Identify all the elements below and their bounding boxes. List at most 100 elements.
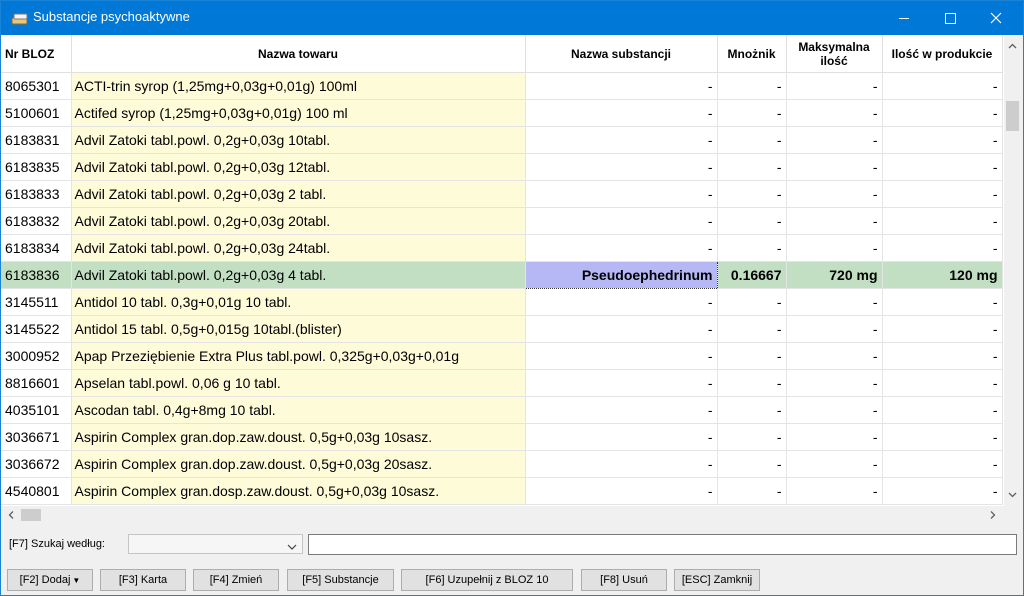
table-row[interactable]: 6183831 Advil Zatoki tabl.powl. 0,2g+0,03…: [1, 126, 1003, 154]
table-row[interactable]: 8065301 ACTI-trin syrop (1,25mg+0,03g+0,0…: [1, 72, 1003, 100]
table-row[interactable]: 5100601 Actifed syrop (1,25mg+0,03g+0,01g…: [1, 99, 1003, 127]
cell-bloz[interactable]: 6183835: [1, 153, 72, 181]
cell-bloz[interactable]: 6183832: [1, 207, 72, 235]
cell-multiplier[interactable]: -: [717, 99, 787, 127]
column-header-name[interactable]: Nazwa towaru: [71, 35, 526, 73]
cell-bloz[interactable]: 6183831: [1, 126, 72, 154]
cell-max-qty[interactable]: -: [786, 369, 883, 397]
horizontal-scroll-thumb[interactable]: [21, 509, 41, 521]
vertical-scrollbar[interactable]: [1004, 35, 1021, 506]
cell-multiplier[interactable]: -: [717, 477, 787, 505]
close-button[interactable]: [ESC] Zamknij: [674, 569, 760, 591]
cell-product-name[interactable]: Advil Zatoki tabl.powl. 0,2g+0,03g 24tab…: [71, 234, 526, 262]
cell-max-qty[interactable]: -: [786, 99, 883, 127]
cell-substance[interactable]: -: [525, 126, 718, 154]
column-header-bloz[interactable]: Nr BLOZ: [1, 35, 72, 73]
cell-product-qty[interactable]: -: [882, 396, 1003, 424]
cell-product-qty[interactable]: -: [882, 72, 1003, 100]
cell-product-qty[interactable]: -: [882, 477, 1003, 505]
table-row[interactable]: 3036671 Aspirin Complex gran.dop.zaw.dous…: [1, 423, 1003, 451]
table-row[interactable]: 3036672 Aspirin Complex gran.dop.zaw.dous…: [1, 450, 1003, 478]
substances-button[interactable]: [F5] Substancje: [287, 569, 394, 591]
cell-bloz[interactable]: 3036671: [1, 423, 72, 451]
table-row[interactable]: 3145522 Antidol 15 tabl. 0,5g+0,015g 10ta…: [1, 315, 1003, 343]
cell-multiplier[interactable]: -: [717, 234, 787, 262]
table-row[interactable]: 8816601 Apselan tabl.powl. 0,06 g 10 tabl…: [1, 369, 1003, 397]
cell-product-qty[interactable]: -: [882, 423, 1003, 451]
data-grid[interactable]: Nr BLOZ Nazwa towaru Nazwa substancji Mn…: [1, 35, 1004, 506]
cell-substance[interactable]: Pseudoephedrinum: [524, 261, 718, 289]
cell-product-name[interactable]: Antidol 15 tabl. 0,5g+0,015g 10tabl.(bli…: [71, 315, 526, 343]
cell-product-name[interactable]: ACTI-trin syrop (1,25mg+0,03g+0,01g) 100…: [71, 72, 526, 100]
cell-bloz[interactable]: 8065301: [1, 72, 72, 100]
table-row[interactable]: 6183834 Advil Zatoki tabl.powl. 0,2g+0,03…: [1, 234, 1003, 262]
cell-product-qty[interactable]: -: [882, 315, 1003, 343]
cell-multiplier[interactable]: -: [717, 153, 787, 181]
table-row[interactable]: 3000952 Apap Przeziębienie Extra Plus tab…: [1, 342, 1003, 370]
cell-substance[interactable]: -: [525, 207, 718, 235]
cell-max-qty[interactable]: -: [786, 450, 883, 478]
table-row[interactable]: 4035101 Ascodan tabl. 0,4g+8mg 10 tabl. - -…: [1, 396, 1003, 424]
close-window-button[interactable]: [973, 1, 1019, 35]
cell-max-qty[interactable]: -: [786, 153, 883, 181]
cell-product-name[interactable]: Aspirin Complex gran.dop.zaw.doust. 0,5g…: [71, 423, 526, 451]
cell-max-qty[interactable]: -: [786, 288, 883, 316]
cell-max-qty[interactable]: -: [786, 342, 883, 370]
scroll-left-icon[interactable]: [3, 506, 20, 524]
cell-bloz[interactable]: 6183833: [1, 180, 72, 208]
horizontal-scrollbar[interactable]: [1, 506, 1004, 524]
cell-substance[interactable]: -: [525, 450, 718, 478]
table-row[interactable]: 6183833 Advil Zatoki tabl.powl. 0,2g+0,03…: [1, 180, 1003, 208]
cell-product-name[interactable]: Advil Zatoki tabl.powl. 0,2g+0,03g 20tab…: [71, 207, 526, 235]
delete-button[interactable]: [F8] Usuń: [581, 569, 667, 591]
cell-max-qty[interactable]: -: [786, 315, 883, 343]
cell-product-name[interactable]: Actifed syrop (1,25mg+0,03g+0,01g) 100 m…: [71, 99, 526, 127]
table-row[interactable]: 3145511 Antidol 10 tabl. 0,3g+0,01g 10 ta…: [1, 288, 1003, 316]
cell-bloz[interactable]: 3036672: [1, 450, 72, 478]
cell-multiplier[interactable]: -: [717, 207, 787, 235]
cell-max-qty[interactable]: -: [786, 477, 883, 505]
search-input[interactable]: [308, 534, 1017, 555]
cell-substance[interactable]: -: [525, 180, 718, 208]
cell-substance[interactable]: -: [525, 99, 718, 127]
minimize-button[interactable]: [881, 1, 927, 35]
cell-product-qty[interactable]: -: [882, 207, 1003, 235]
table-row[interactable]: 6183832 Advil Zatoki tabl.powl. 0,2g+0,03…: [1, 207, 1003, 235]
cell-max-qty[interactable]: 720 mg: [786, 261, 883, 289]
cell-multiplier[interactable]: -: [717, 288, 787, 316]
cell-substance[interactable]: -: [525, 288, 718, 316]
title-bar[interactable]: Substancje psychoaktywne: [1, 1, 1023, 35]
card-button[interactable]: [F3] Karta: [100, 569, 186, 591]
cell-multiplier[interactable]: -: [717, 342, 787, 370]
cell-product-name[interactable]: Advil Zatoki tabl.powl. 0,2g+0,03g 12tab…: [71, 153, 526, 181]
cell-product-qty[interactable]: -: [882, 342, 1003, 370]
cell-bloz[interactable]: 6183836: [1, 261, 72, 289]
cell-substance[interactable]: -: [525, 234, 718, 262]
column-header-multiplier[interactable]: Mnożnik: [717, 35, 787, 73]
table-row[interactable]: 6183835 Advil Zatoki tabl.powl. 0,2g+0,03…: [1, 153, 1003, 181]
cell-product-name[interactable]: Aspirin Complex gran.dosp.zaw.doust. 0,5…: [71, 477, 526, 505]
cell-product-name[interactable]: Advil Zatoki tabl.powl. 0,2g+0,03g 4 tab…: [71, 261, 526, 289]
scroll-down-icon[interactable]: [1004, 486, 1021, 503]
column-header-substance[interactable]: Nazwa substancji: [525, 35, 718, 73]
cell-product-qty[interactable]: 120 mg: [882, 261, 1003, 289]
cell-product-qty[interactable]: -: [882, 234, 1003, 262]
column-header-product-qty[interactable]: Ilość w produkcie: [882, 35, 1003, 73]
cell-max-qty[interactable]: -: [786, 396, 883, 424]
cell-max-qty[interactable]: -: [786, 126, 883, 154]
scroll-right-icon[interactable]: [984, 506, 1001, 524]
cell-bloz[interactable]: 8816601: [1, 369, 72, 397]
cell-multiplier[interactable]: -: [717, 126, 787, 154]
cell-bloz[interactable]: 3145511: [1, 288, 72, 316]
vertical-scroll-thumb[interactable]: [1006, 101, 1019, 131]
cell-product-qty[interactable]: -: [882, 369, 1003, 397]
cell-max-qty[interactable]: -: [786, 72, 883, 100]
cell-multiplier[interactable]: -: [717, 423, 787, 451]
cell-substance[interactable]: -: [525, 369, 718, 397]
cell-product-qty[interactable]: -: [882, 126, 1003, 154]
cell-bloz[interactable]: 4035101: [1, 396, 72, 424]
cell-max-qty[interactable]: -: [786, 423, 883, 451]
cell-substance[interactable]: -: [525, 72, 718, 100]
cell-product-name[interactable]: Antidol 10 tabl. 0,3g+0,01g 10 tabl.: [71, 288, 526, 316]
cell-product-name[interactable]: Aspirin Complex gran.dop.zaw.doust. 0,5g…: [71, 450, 526, 478]
